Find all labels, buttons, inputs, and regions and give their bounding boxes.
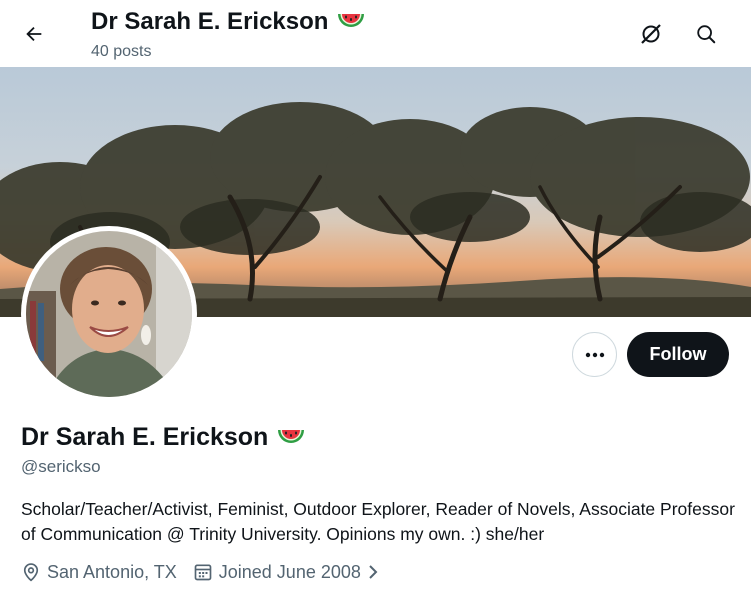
profile-bio: Scholar/Teacher/Activist, Feminist, Outd… (21, 499, 735, 544)
arrow-left-icon (26, 26, 42, 42)
calendar-icon (194, 564, 212, 581)
more-options-button[interactable] (572, 332, 617, 377)
top-bar: Dr Sarah E. Erickson 40 posts (0, 0, 751, 67)
header-title: Dr Sarah E. Erickson (91, 8, 329, 35)
search-button[interactable] (686, 14, 726, 54)
search-icon (697, 25, 716, 44)
follow-button[interactable]: Follow (627, 332, 729, 377)
joined-text: Joined June 2008 (218, 561, 361, 582)
location-pin-icon (23, 563, 39, 582)
grok-button[interactable] (631, 14, 671, 54)
chevron-right-icon (369, 565, 378, 579)
back-button[interactable] (14, 14, 54, 54)
grok-icon (641, 24, 661, 44)
more-horizontal-icon (585, 352, 604, 357)
display-name-row: Dr Sarah E. Erickson (21, 423, 306, 452)
profile-avatar[interactable] (21, 226, 197, 402)
location-text: San Antonio, TX (47, 561, 177, 582)
display-name: Dr Sarah E. Erickson (21, 423, 269, 451)
user-handle: @serickso (21, 457, 101, 476)
avatar-photo (26, 231, 192, 397)
joined-item[interactable]: Joined June 2008 (193, 562, 387, 583)
location-item: San Antonio, TX (21, 562, 177, 583)
watermelon-icon (336, 11, 366, 33)
header-title-row: Dr Sarah E. Erickson (91, 8, 366, 36)
watermelon-icon (276, 427, 306, 449)
posts-count: 40 posts (91, 43, 152, 60)
profile-meta: San Antonio, TX Joined June 2008 (21, 560, 403, 584)
